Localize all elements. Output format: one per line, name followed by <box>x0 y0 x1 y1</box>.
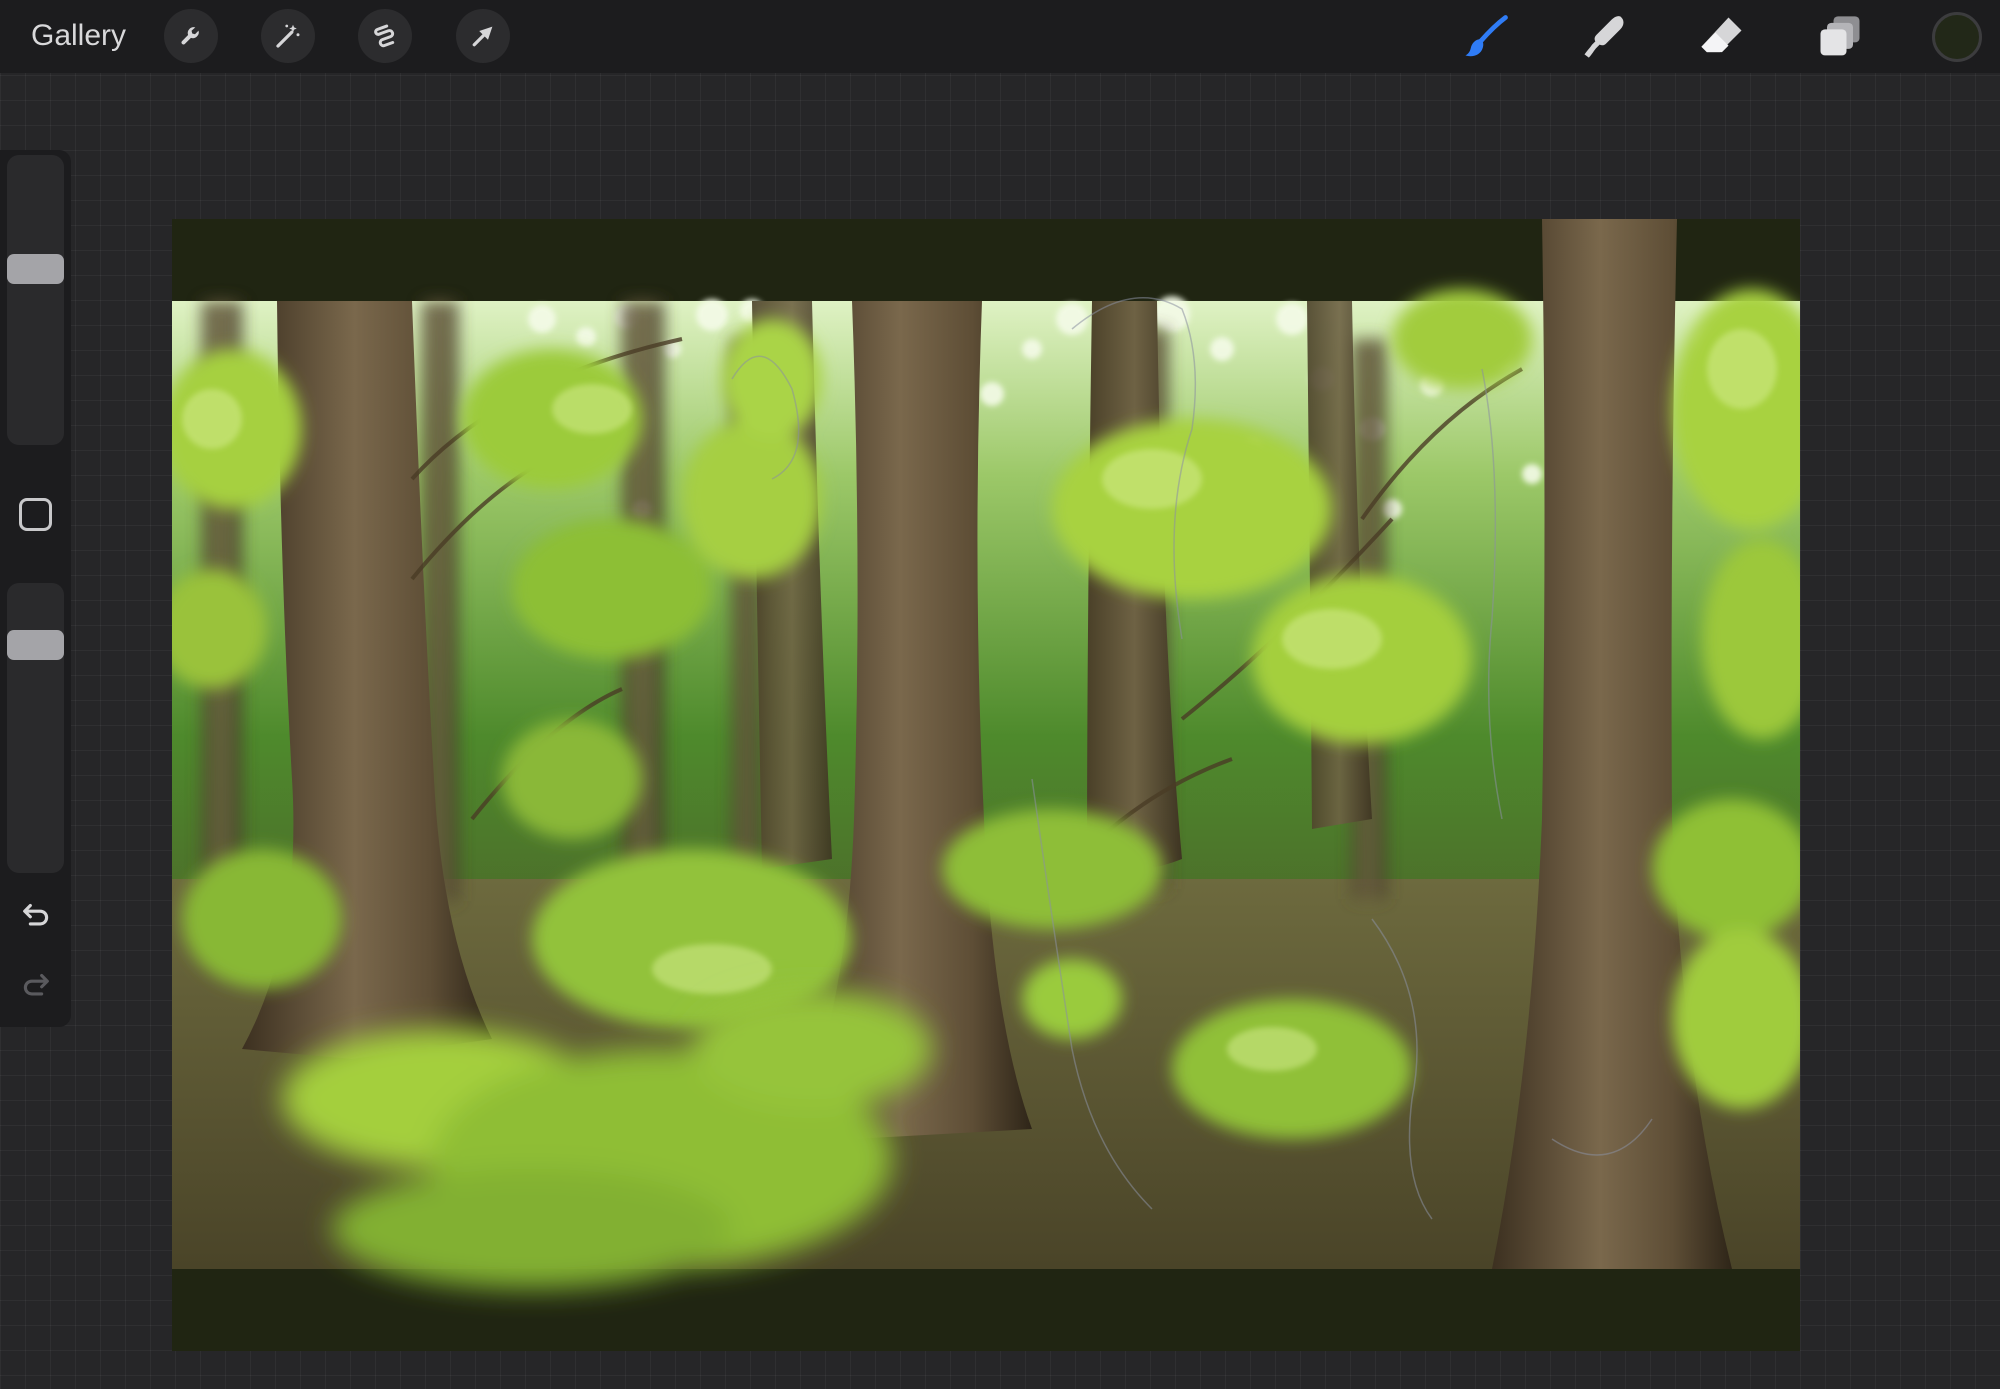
brush-icon <box>1465 15 1508 57</box>
forest-painting <box>172 219 1800 1289</box>
redo-icon <box>23 973 49 996</box>
undo-button[interactable] <box>14 894 58 934</box>
brush-opacity-thumb[interactable] <box>7 630 64 660</box>
procreate-app: Gallery <box>0 0 2000 1389</box>
brush-button[interactable] <box>1456 9 1516 65</box>
wrench-icon <box>181 27 199 45</box>
selection-button[interactable] <box>358 9 412 63</box>
smudge-finger-icon <box>1584 16 1624 58</box>
layers-icon <box>1820 16 1860 56</box>
top-toolbar: Gallery <box>0 0 2000 73</box>
arrow-cursor-icon <box>472 26 493 47</box>
transform-button[interactable] <box>456 9 510 63</box>
modify-square-button[interactable] <box>19 498 52 531</box>
actions-button[interactable] <box>164 9 218 63</box>
gallery-button[interactable]: Gallery <box>31 16 126 56</box>
undo-icon <box>23 903 49 926</box>
layers-button[interactable] <box>1810 9 1870 65</box>
magic-wand-icon <box>276 24 300 48</box>
adjustments-button[interactable] <box>261 9 315 63</box>
eraser-button[interactable] <box>1692 9 1752 65</box>
eraser-icon <box>1701 17 1742 53</box>
redo-button[interactable] <box>14 964 58 1004</box>
left-sidebar <box>0 150 71 1027</box>
smudge-button[interactable] <box>1574 9 1634 65</box>
drawing-canvas[interactable] <box>172 219 1800 1351</box>
brush-size-thumb[interactable] <box>7 254 64 284</box>
selection-s-icon <box>374 24 395 48</box>
color-swatch[interactable] <box>1932 12 1982 62</box>
brush-size-slider[interactable] <box>7 155 64 445</box>
brush-opacity-slider[interactable] <box>7 583 64 873</box>
